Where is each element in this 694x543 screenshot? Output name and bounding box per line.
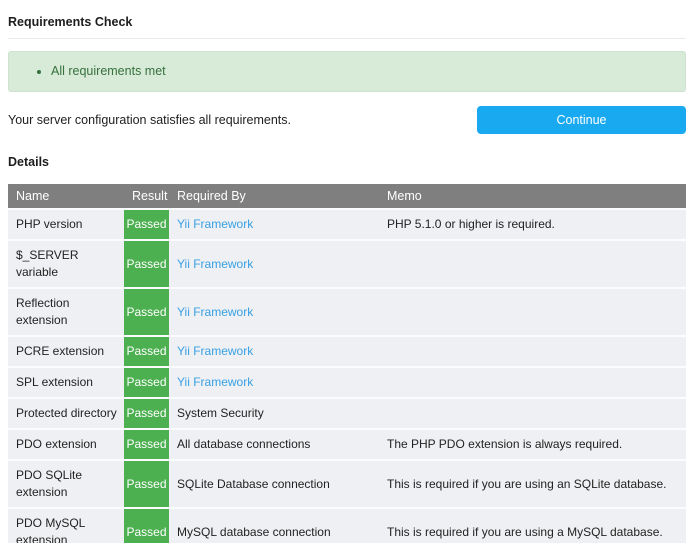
result-badge: Passed (124, 508, 169, 543)
result-badge: Passed (124, 288, 169, 336)
required-by-link[interactable]: Yii Framework (177, 257, 253, 271)
required-by-cell: System Security (169, 398, 379, 429)
requirements-alert: All requirements met (8, 51, 686, 92)
summary-text: Your server configuration satisfies all … (8, 113, 291, 127)
table-row: PCRE extension Passed Yii Framework (8, 336, 686, 367)
result-badge: Passed (124, 367, 169, 398)
requirement-name: $_SERVER variable (8, 240, 124, 288)
column-header-required-by: Required By (169, 184, 379, 209)
page-title: Requirements Check (8, 15, 686, 29)
memo-cell: This is required if you are using a MySQ… (379, 508, 686, 543)
requirement-name: PDO MySQL extension (8, 508, 124, 543)
column-header-name: Name (8, 184, 124, 209)
required-by-cell: Yii Framework (169, 367, 379, 398)
required-by-cell: Yii Framework (169, 336, 379, 367)
requirements-table: Name Result Required By Memo PHP version… (8, 184, 686, 543)
column-header-result: Result (124, 184, 169, 209)
requirements-table-header: Name Result Required By Memo (8, 184, 686, 209)
column-header-memo: Memo (379, 184, 686, 209)
required-by-cell: Yii Framework (169, 209, 379, 240)
result-badge: Passed (124, 429, 169, 460)
continue-button[interactable]: Continue (477, 106, 686, 134)
table-row: $_SERVER variable Passed Yii Framework (8, 240, 686, 288)
memo-cell (379, 367, 686, 398)
details-title: Details (8, 155, 686, 169)
memo-cell (379, 336, 686, 367)
table-row: Reflection extension Passed Yii Framewor… (8, 288, 686, 336)
table-row: Protected directory Passed System Securi… (8, 398, 686, 429)
alert-item: All requirements met (51, 58, 675, 85)
required-by-link[interactable]: Yii Framework (177, 305, 253, 319)
required-by-cell: SQLite Database connection (169, 460, 379, 508)
memo-cell: The PHP PDO extension is always required… (379, 429, 686, 460)
requirement-name: PHP version (8, 209, 124, 240)
requirement-name: Reflection extension (8, 288, 124, 336)
title-divider (8, 38, 686, 39)
required-by-link[interactable]: Yii Framework (177, 344, 253, 358)
result-badge: Passed (124, 240, 169, 288)
result-badge: Passed (124, 460, 169, 508)
result-badge: Passed (124, 398, 169, 429)
requirement-name: PDO SQLite extension (8, 460, 124, 508)
table-row: PHP version Passed Yii Framework PHP 5.1… (8, 209, 686, 240)
result-badge: Passed (124, 336, 169, 367)
required-by-cell: All database connections (169, 429, 379, 460)
required-by-cell: Yii Framework (169, 240, 379, 288)
required-by-cell: Yii Framework (169, 288, 379, 336)
memo-cell (379, 398, 686, 429)
table-row: PDO extension Passed All database connec… (8, 429, 686, 460)
requirement-name: PCRE extension (8, 336, 124, 367)
memo-cell: PHP 5.1.0 or higher is required. (379, 209, 686, 240)
result-badge: Passed (124, 209, 169, 240)
table-row: SPL extension Passed Yii Framework (8, 367, 686, 398)
requirement-name: SPL extension (8, 367, 124, 398)
memo-cell: This is required if you are using an SQL… (379, 460, 686, 508)
summary-row: Your server configuration satisfies all … (8, 106, 686, 134)
required-by-link[interactable]: Yii Framework (177, 217, 253, 231)
memo-cell (379, 288, 686, 336)
required-by-cell: MySQL database connection (169, 508, 379, 543)
requirement-name: Protected directory (8, 398, 124, 429)
alert-list: All requirements met (19, 58, 675, 85)
required-by-link[interactable]: Yii Framework (177, 375, 253, 389)
table-row: PDO SQLite extension Passed SQLite Datab… (8, 460, 686, 508)
requirements-table-body: PHP version Passed Yii Framework PHP 5.1… (8, 209, 686, 543)
requirement-name: PDO extension (8, 429, 124, 460)
memo-cell (379, 240, 686, 288)
table-row: PDO MySQL extension Passed MySQL databas… (8, 508, 686, 543)
